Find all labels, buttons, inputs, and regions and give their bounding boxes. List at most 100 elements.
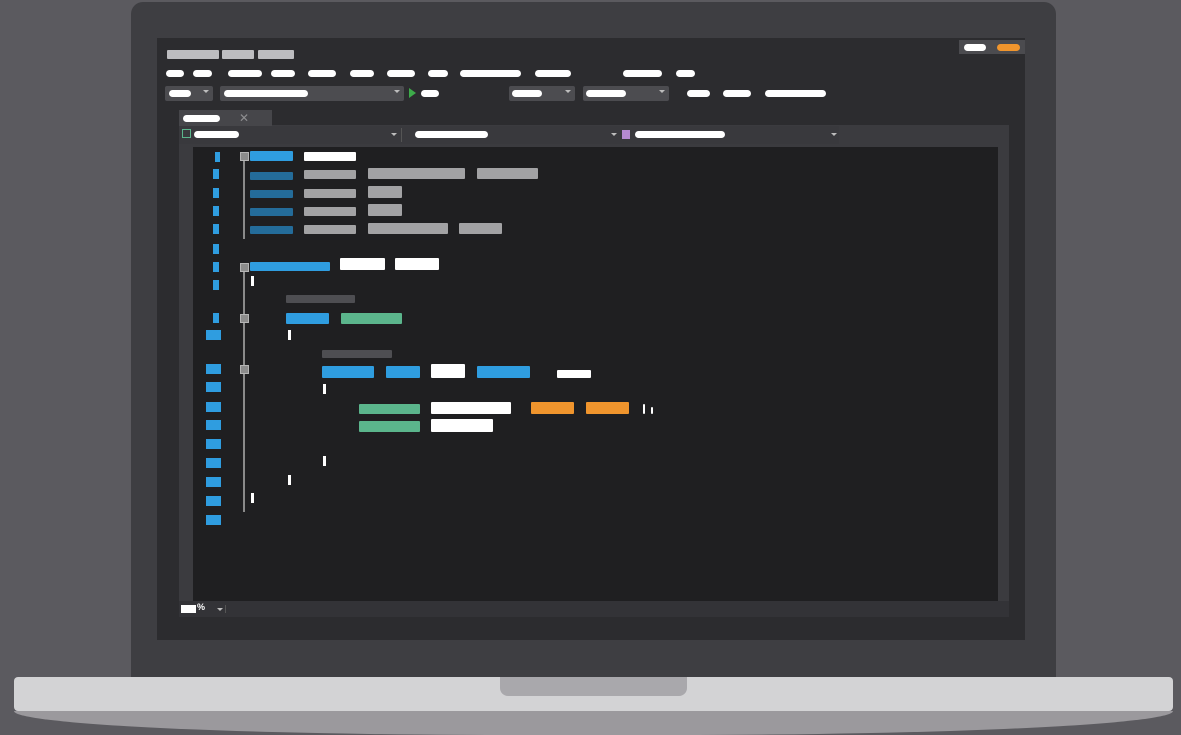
line-number	[206, 515, 221, 525]
code-token	[250, 208, 293, 216]
menu-item[interactable]	[271, 70, 295, 77]
menu-item[interactable]	[387, 70, 415, 77]
brace	[288, 475, 291, 485]
code-token	[304, 207, 356, 216]
toolbar-item[interactable]	[687, 90, 710, 97]
line-number	[206, 439, 221, 449]
zoom-value[interactable]	[181, 605, 196, 613]
brace	[251, 276, 254, 286]
close-icon[interactable]: ✕	[239, 110, 249, 127]
toolbar-item[interactable]	[723, 90, 751, 97]
code-token	[431, 364, 465, 378]
divider	[401, 128, 402, 142]
code-token	[250, 190, 293, 198]
code-token	[459, 223, 502, 234]
line-number	[213, 262, 219, 272]
chevron-down-icon	[659, 90, 665, 93]
code-token	[250, 226, 293, 234]
line-number	[213, 206, 219, 216]
title-segment	[258, 50, 294, 59]
nav-member-value[interactable]	[635, 131, 725, 138]
code-token	[304, 152, 356, 161]
code-token	[395, 258, 439, 270]
laptop-base-shadow	[14, 711, 1173, 735]
chevron-down-icon[interactable]	[831, 133, 837, 136]
line-number	[206, 402, 221, 412]
code-token	[341, 313, 402, 324]
line-number	[206, 477, 221, 487]
navigation-bar	[179, 126, 839, 144]
line-number	[213, 313, 219, 323]
code-token	[368, 168, 465, 179]
code-token	[250, 172, 293, 180]
solution-config-dropdown[interactable]	[165, 86, 213, 101]
code-token	[477, 168, 538, 179]
tab-label	[183, 115, 220, 122]
collapse-icon[interactable]	[240, 365, 249, 374]
menu-item[interactable]	[350, 70, 374, 77]
collapse-icon[interactable]	[240, 152, 249, 161]
line-number	[206, 364, 221, 374]
line-number	[206, 382, 221, 392]
laptop-notch	[500, 677, 687, 696]
line-number	[206, 330, 221, 340]
project-dropdown[interactable]	[220, 86, 404, 101]
start-label[interactable]	[421, 90, 439, 97]
status-bar: %	[179, 601, 1009, 617]
menu-item[interactable]	[676, 70, 695, 77]
brace	[251, 493, 254, 503]
code-token	[368, 186, 402, 198]
chevron-down-icon	[565, 90, 571, 93]
menu-item[interactable]	[428, 70, 448, 77]
target-dropdown[interactable]	[583, 86, 669, 101]
close-button[interactable]	[997, 44, 1020, 51]
window-controls	[959, 40, 1025, 54]
line-number	[206, 458, 221, 468]
code-token	[643, 404, 645, 414]
menu-item[interactable]	[623, 70, 662, 77]
code-token	[359, 421, 420, 432]
platform-dropdown[interactable]	[509, 86, 575, 101]
zoom-percent: %	[197, 602, 206, 612]
collapse-icon[interactable]	[240, 263, 249, 272]
line-number	[215, 152, 220, 162]
menu-item[interactable]	[460, 70, 521, 77]
file-icon	[182, 129, 191, 138]
title-segment	[222, 50, 254, 59]
menu-item[interactable]	[166, 70, 184, 77]
minimize-button[interactable]	[964, 44, 986, 51]
member-icon	[622, 130, 630, 139]
dropdown-value	[586, 90, 626, 97]
line-number	[213, 224, 219, 234]
code-token	[304, 225, 356, 234]
chevron-down-icon[interactable]	[217, 608, 223, 611]
chevron-down-icon[interactable]	[611, 133, 617, 136]
collapse-icon[interactable]	[240, 314, 249, 323]
code-token	[286, 313, 329, 324]
nav-project-value[interactable]	[194, 131, 239, 138]
menu-item[interactable]	[308, 70, 336, 77]
menu-item[interactable]	[535, 70, 571, 77]
line-number	[213, 280, 219, 290]
editor-tab[interactable]: ✕	[179, 110, 272, 127]
menu-item[interactable]	[228, 70, 262, 77]
line-number	[213, 169, 219, 179]
brace	[323, 384, 326, 394]
fold-guide	[243, 161, 245, 239]
scroll-left-icon[interactable]	[225, 605, 226, 613]
menu-item[interactable]	[193, 70, 212, 77]
code-token	[368, 204, 402, 216]
chevron-down-icon	[394, 90, 400, 93]
code-token	[531, 402, 574, 414]
toolbar-item[interactable]	[765, 90, 826, 97]
fold-guide	[243, 272, 245, 512]
code-token	[304, 189, 356, 198]
code-token	[304, 170, 356, 179]
chevron-down-icon[interactable]	[391, 133, 397, 136]
code-token	[359, 404, 420, 414]
chevron-down-icon	[203, 90, 209, 93]
nav-class-value[interactable]	[415, 131, 488, 138]
play-icon[interactable]	[409, 88, 416, 98]
code-token	[250, 262, 330, 271]
line-number	[206, 420, 221, 430]
